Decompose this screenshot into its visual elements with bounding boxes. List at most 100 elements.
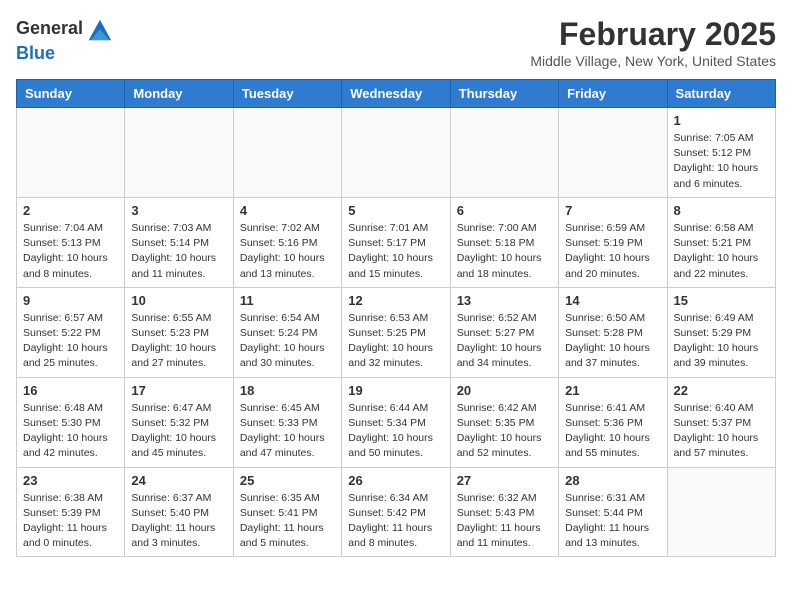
day-info: Sunrise: 6:31 AM Sunset: 5:44 PM Dayligh…: [565, 491, 660, 552]
table-row: [17, 108, 125, 198]
table-row: 6Sunrise: 7:00 AM Sunset: 5:18 PM Daylig…: [450, 197, 558, 287]
table-row: 13Sunrise: 6:52 AM Sunset: 5:27 PM Dayli…: [450, 287, 558, 377]
table-row: 21 Sunrise: 6:41 AM Sunset: 5:36 PM Dayli…: [559, 377, 667, 467]
day-info: Sunrise: 6:58 AM Sunset: 5:21 PM Dayligh…: [674, 221, 769, 282]
day-number: 7: [565, 203, 660, 218]
day-number: 19: [348, 383, 443, 398]
table-row: 12 Sunrise: 6:53 AM Sunset: 5:25 PM Dayli…: [342, 287, 450, 377]
day-number: 15: [674, 293, 769, 308]
day-number: 16: [23, 383, 118, 398]
title-area: February 2025 Middle Village, New York, …: [530, 16, 776, 69]
calendar-week-row: 2 Sunrise: 7:04 AM Sunset: 5:13 PM Daylig…: [17, 197, 776, 287]
day-info: Sunrise: 6:44 AM Sunset: 5:34 PM Dayligh…: [348, 401, 443, 462]
day-number: 28: [565, 473, 660, 488]
col-wednesday: Wednesday: [342, 80, 450, 108]
table-row: 26 Sunrise: 6:34 AM Sunset: 5:42 PM Dayli…: [342, 467, 450, 557]
col-saturday: Saturday: [667, 80, 775, 108]
day-number: 13: [457, 293, 552, 308]
day-info: Sunrise: 6:34 AM Sunset: 5:42 PM Dayligh…: [348, 491, 443, 552]
table-row: 4 Sunrise: 7:02 AM Sunset: 5:16 PM Daylig…: [233, 197, 341, 287]
col-monday: Monday: [125, 80, 233, 108]
table-row: 8 Sunrise: 6:58 AM Sunset: 5:21 PM Daylig…: [667, 197, 775, 287]
table-row: 20 Sunrise: 6:42 AM Sunset: 5:35 PM Dayli…: [450, 377, 558, 467]
table-row: 14Sunrise: 6:50 AM Sunset: 5:28 PM Dayli…: [559, 287, 667, 377]
table-row: 24 Sunrise: 6:37 AM Sunset: 5:40 PM Dayli…: [125, 467, 233, 557]
day-info: Sunrise: 7:03 AM Sunset: 5:14 PM Dayligh…: [131, 221, 226, 282]
day-number: 25: [240, 473, 335, 488]
calendar-week-row: 16 Sunrise: 6:48 AM Sunset: 5:30 PM Dayli…: [17, 377, 776, 467]
day-number: 17: [131, 383, 226, 398]
table-row: 9 Sunrise: 6:57 AM Sunset: 5:22 PM Daylig…: [17, 287, 125, 377]
logo: General Blue: [16, 16, 113, 64]
col-thursday: Thursday: [450, 80, 558, 108]
day-number: 21: [565, 383, 660, 398]
day-number: 2: [23, 203, 118, 218]
day-number: 23: [23, 473, 118, 488]
day-number: 9: [23, 293, 118, 308]
day-info: Sunrise: 6:48 AM Sunset: 5:30 PM Dayligh…: [23, 401, 118, 462]
day-info: Sunrise: 6:53 AM Sunset: 5:25 PM Dayligh…: [348, 311, 443, 372]
calendar-header-row: Sunday Monday Tuesday Wednesday Thursday…: [17, 80, 776, 108]
table-row: 28 Sunrise: 6:31 AM Sunset: 5:44 PM Dayli…: [559, 467, 667, 557]
day-info: Sunrise: 6:50 AM Sunset: 5:28 PM Dayligh…: [565, 311, 660, 372]
day-info: Sunrise: 6:41 AM Sunset: 5:36 PM Dayligh…: [565, 401, 660, 462]
day-number: 11: [240, 293, 335, 308]
table-row: 3 Sunrise: 7:03 AM Sunset: 5:14 PM Daylig…: [125, 197, 233, 287]
day-info: Sunrise: 7:00 AM Sunset: 5:18 PM Dayligh…: [457, 221, 552, 282]
col-tuesday: Tuesday: [233, 80, 341, 108]
table-row: 27 Sunrise: 6:32 AM Sunset: 5:43 PM Dayli…: [450, 467, 558, 557]
calendar-table: Sunday Monday Tuesday Wednesday Thursday…: [16, 79, 776, 557]
table-row: [450, 108, 558, 198]
table-row: [559, 108, 667, 198]
day-info: Sunrise: 6:49 AM Sunset: 5:29 PM Dayligh…: [674, 311, 769, 372]
table-row: 25 Sunrise: 6:35 AM Sunset: 5:41 PM Dayli…: [233, 467, 341, 557]
day-number: 3: [131, 203, 226, 218]
table-row: 22 Sunrise: 6:40 AM Sunset: 5:37 PM Dayli…: [667, 377, 775, 467]
table-row: 2 Sunrise: 7:04 AM Sunset: 5:13 PM Daylig…: [17, 197, 125, 287]
day-info: Sunrise: 6:47 AM Sunset: 5:32 PM Dayligh…: [131, 401, 226, 462]
table-row: 15 Sunrise: 6:49 AM Sunset: 5:29 PM Dayli…: [667, 287, 775, 377]
day-info: Sunrise: 6:42 AM Sunset: 5:35 PM Dayligh…: [457, 401, 552, 462]
calendar-week-row: 23Sunrise: 6:38 AM Sunset: 5:39 PM Dayli…: [17, 467, 776, 557]
table-row: [125, 108, 233, 198]
table-row: [667, 467, 775, 557]
day-info: Sunrise: 6:57 AM Sunset: 5:22 PM Dayligh…: [23, 311, 118, 372]
logo-icon: [85, 16, 113, 44]
logo-general: General: [16, 16, 113, 44]
table-row: 5 Sunrise: 7:01 AM Sunset: 5:17 PM Daylig…: [342, 197, 450, 287]
day-number: 4: [240, 203, 335, 218]
day-number: 12: [348, 293, 443, 308]
day-info: Sunrise: 6:32 AM Sunset: 5:43 PM Dayligh…: [457, 491, 552, 552]
table-row: 18Sunrise: 6:45 AM Sunset: 5:33 PM Dayli…: [233, 377, 341, 467]
day-number: 22: [674, 383, 769, 398]
day-info: Sunrise: 6:35 AM Sunset: 5:41 PM Dayligh…: [240, 491, 335, 552]
table-row: 17 Sunrise: 6:47 AM Sunset: 5:32 PM Dayli…: [125, 377, 233, 467]
table-row: 16 Sunrise: 6:48 AM Sunset: 5:30 PM Dayli…: [17, 377, 125, 467]
table-row: 19 Sunrise: 6:44 AM Sunset: 5:34 PM Dayli…: [342, 377, 450, 467]
month-title: February 2025: [530, 16, 776, 53]
table-row: [342, 108, 450, 198]
col-sunday: Sunday: [17, 80, 125, 108]
day-info: Sunrise: 7:04 AM Sunset: 5:13 PM Dayligh…: [23, 221, 118, 282]
day-info: Sunrise: 6:55 AM Sunset: 5:23 PM Dayligh…: [131, 311, 226, 372]
day-info: Sunrise: 6:40 AM Sunset: 5:37 PM Dayligh…: [674, 401, 769, 462]
logo-blue: Blue: [16, 44, 113, 64]
page-header: General Blue February 2025 Middle Villag…: [16, 16, 776, 69]
day-info: Sunrise: 6:54 AM Sunset: 5:24 PM Dayligh…: [240, 311, 335, 372]
day-info: Sunrise: 7:02 AM Sunset: 5:16 PM Dayligh…: [240, 221, 335, 282]
day-info: Sunrise: 6:59 AM Sunset: 5:19 PM Dayligh…: [565, 221, 660, 282]
calendar-week-row: 1Sunrise: 7:05 AM Sunset: 5:12 PM Daylig…: [17, 108, 776, 198]
day-number: 26: [348, 473, 443, 488]
day-number: 8: [674, 203, 769, 218]
day-info: Sunrise: 6:37 AM Sunset: 5:40 PM Dayligh…: [131, 491, 226, 552]
col-friday: Friday: [559, 80, 667, 108]
day-info: Sunrise: 6:45 AM Sunset: 5:33 PM Dayligh…: [240, 401, 335, 462]
location-subtitle: Middle Village, New York, United States: [530, 53, 776, 69]
table-row: [233, 108, 341, 198]
day-number: 5: [348, 203, 443, 218]
day-number: 20: [457, 383, 552, 398]
day-info: Sunrise: 7:01 AM Sunset: 5:17 PM Dayligh…: [348, 221, 443, 282]
table-row: 10Sunrise: 6:55 AM Sunset: 5:23 PM Dayli…: [125, 287, 233, 377]
day-number: 24: [131, 473, 226, 488]
day-number: 27: [457, 473, 552, 488]
